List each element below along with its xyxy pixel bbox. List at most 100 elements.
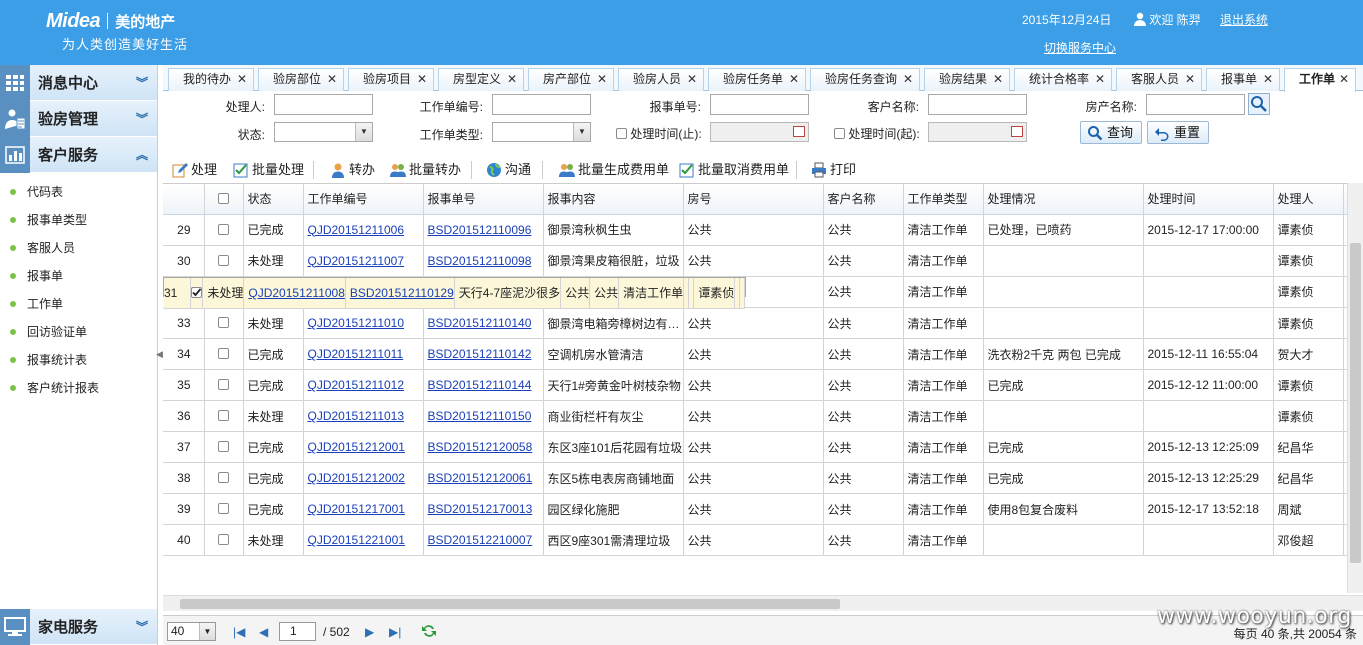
work-no-link[interactable]: QJD20151212001 (308, 440, 405, 454)
tab-0[interactable]: 我的待办 ✕ (168, 68, 254, 91)
tab-2[interactable]: 验房项目 ✕ (348, 68, 434, 91)
sidebar-item-report[interactable]: 报事单 (0, 262, 157, 290)
table-row[interactable]: 39 已完成 QJD20151217001 BSD201512170013 园区绿化施肥… (163, 493, 1356, 525)
report-no-link[interactable]: BSD201512120061 (428, 471, 533, 485)
row-checkbox[interactable] (218, 348, 229, 359)
row-checkbox-cell[interactable] (204, 307, 244, 339)
close-icon[interactable]: ✕ (993, 69, 1003, 90)
row-checkbox[interactable] (218, 254, 229, 266)
sidebar-group-message-center[interactable]: 消息中心 ︾ (0, 64, 157, 101)
table-row[interactable]: 36 未处理 QJD20151211013 BSD201512110150 商业街栏杆有… (163, 400, 1356, 432)
close-icon[interactable]: ✕ (903, 69, 913, 90)
print-button[interactable]: 打印 (811, 160, 856, 180)
table-row[interactable]: 33 未处理 QJD20151211010 BSD201512110140 御景湾电箱旁… (163, 307, 1356, 339)
close-icon[interactable]: ✕ (1095, 69, 1105, 90)
tab-7[interactable]: 验房任务查询 ✕ (810, 68, 920, 91)
column-header-work-no[interactable]: 工作单编号 (303, 184, 424, 215)
column-header-content[interactable]: 报事内容 (543, 184, 684, 215)
table-row[interactable]: 35 已完成 QJD20151211012 BSD201512110144 天行1#旁黄… (163, 369, 1356, 401)
sidebar-item-work-order[interactable]: 工作单 (0, 290, 157, 318)
work-no-link[interactable]: QJD20151211011 (308, 347, 404, 361)
row-checkbox[interactable] (218, 379, 229, 390)
close-icon[interactable]: ✕ (507, 69, 517, 90)
report-no-link[interactable]: BSD201512110096 (428, 223, 532, 237)
work-no-link[interactable]: QJD20151221001 (308, 533, 405, 547)
report-no-link[interactable]: BSD201512120058 (428, 440, 533, 454)
sidebar-group-appliance-service[interactable]: 家电服务 ︾ (0, 608, 157, 645)
work-no-input[interactable] (492, 94, 591, 115)
column-header-time[interactable]: 处理时间 (1143, 184, 1274, 215)
row-checkbox-cell[interactable] (190, 277, 204, 309)
page-size-select[interactable]: 40 ▼ (167, 622, 216, 641)
time-end-filter[interactable]: 处理时间(止): (616, 125, 706, 142)
column-header-situation[interactable]: 处理情况 (983, 184, 1144, 215)
row-checkbox-cell[interactable] (204, 369, 244, 401)
report-no-input[interactable] (710, 94, 809, 115)
last-page-icon[interactable]: ▶| (389, 625, 401, 639)
switch-service-center-link[interactable]: 切换服务中心 (1044, 39, 1116, 56)
table-row[interactable]: 38 已完成 QJD20151212002 BSD201512120061 东区5栋电表… (163, 462, 1356, 494)
work-no-link[interactable]: QJD20151211013 (308, 409, 405, 423)
calendar-icon[interactable] (1011, 126, 1023, 137)
status-select[interactable]: ▼ (274, 122, 373, 142)
work-no-link[interactable]: QJD20151211012 (308, 378, 405, 392)
row-checkbox-cell[interactable] (204, 431, 244, 463)
batch-fee-button[interactable]: 批量生成费用单 (559, 160, 669, 180)
tab-5[interactable]: 验房人员 ✕ (618, 68, 704, 91)
row-checkbox[interactable] (191, 286, 202, 298)
grid-vertical-scrollbar[interactable] (1347, 183, 1363, 593)
report-no-link[interactable]: BSD201512110140 (428, 316, 532, 330)
tab-4[interactable]: 房产部位 ✕ (528, 68, 614, 91)
table-row[interactable]: 29 已完成 QJD20151211006 BSD201512110096 御景湾秋枫生… (163, 214, 1356, 246)
tab-1[interactable]: 验房部位 ✕ (258, 68, 344, 91)
sidebar-item-customer-stats[interactable]: 客户统计报表 (0, 374, 157, 402)
row-checkbox-cell[interactable] (204, 462, 244, 494)
row-checkbox-cell[interactable] (204, 338, 244, 370)
close-icon[interactable]: ✕ (687, 69, 697, 90)
sidebar-collapse-handle[interactable]: ◀ (156, 340, 163, 368)
row-checkbox-cell[interactable] (204, 400, 244, 432)
time-start-checkbox[interactable] (834, 128, 845, 139)
work-type-select[interactable]: ▼ (492, 122, 591, 142)
table-row[interactable]: 40 未处理 QJD20151221001 BSD201512210007 西区9座30… (163, 524, 1356, 556)
sidebar-item-service-staff[interactable]: 客服人员 (0, 234, 157, 262)
transfer-button[interactable]: 转办 (330, 160, 375, 180)
sidebar-item-callback[interactable]: 回访验证单 (0, 318, 157, 346)
tab-12[interactable]: 工作单 ✕ (1284, 68, 1356, 92)
page-number-input[interactable]: 1 (279, 622, 316, 641)
process-button[interactable]: 处理 (172, 160, 217, 180)
sidebar-item-code-table[interactable]: 代码表 (0, 178, 157, 206)
work-no-link[interactable]: QJD20151211007 (308, 254, 405, 268)
report-no-link[interactable]: BSD201512110098 (428, 254, 532, 268)
column-header-handler[interactable]: 处理人 (1273, 184, 1344, 215)
column-header-report-no[interactable]: 报事单号 (423, 184, 544, 215)
time-end-checkbox[interactable] (616, 128, 627, 139)
tab-10[interactable]: 客服人员 ✕ (1116, 68, 1202, 91)
report-no-link[interactable]: BSD201512110144 (428, 378, 532, 392)
tab-8[interactable]: 验房结果 ✕ (924, 68, 1010, 91)
work-no-link[interactable]: QJD20151211006 (308, 223, 405, 237)
row-checkbox[interactable] (218, 410, 229, 421)
row-checkbox-cell[interactable] (204, 493, 244, 525)
row-checkbox[interactable] (218, 472, 229, 483)
report-no-link[interactable]: BSD201512110129 (350, 286, 453, 300)
batch-transfer-button[interactable]: 批量转办 (390, 160, 461, 180)
refresh-icon[interactable] (421, 623, 437, 639)
report-no-link[interactable]: BSD201512170013 (428, 502, 533, 516)
handler-input[interactable] (274, 94, 373, 115)
report-no-link[interactable]: BSD201512110150 (428, 409, 532, 423)
work-no-link[interactable]: QJD20151211008 (248, 286, 344, 300)
row-checkbox[interactable] (218, 503, 229, 514)
batch-process-button[interactable]: 批量处理 (233, 160, 304, 180)
time-end-input[interactable] (710, 122, 809, 142)
batch-cancel-fee-button[interactable]: 批量取消费用单 (679, 160, 789, 180)
property-search-icon[interactable] (1248, 93, 1270, 115)
sidebar-group-inspection[interactable]: 验房管理 ︾ (0, 100, 157, 137)
work-no-link[interactable]: QJD20151217001 (308, 502, 405, 516)
column-header-room[interactable]: 房号 (683, 184, 824, 215)
table-row[interactable]: 30 未处理 QJD20151211007 BSD201512110098 御景湾果皮箱… (163, 245, 1356, 277)
calendar-icon[interactable] (793, 126, 805, 137)
column-header-status[interactable]: 状态 (243, 184, 304, 215)
column-header-customer[interactable]: 客户名称 (823, 184, 904, 215)
time-start-filter[interactable]: 处理时间(起): (834, 125, 924, 142)
